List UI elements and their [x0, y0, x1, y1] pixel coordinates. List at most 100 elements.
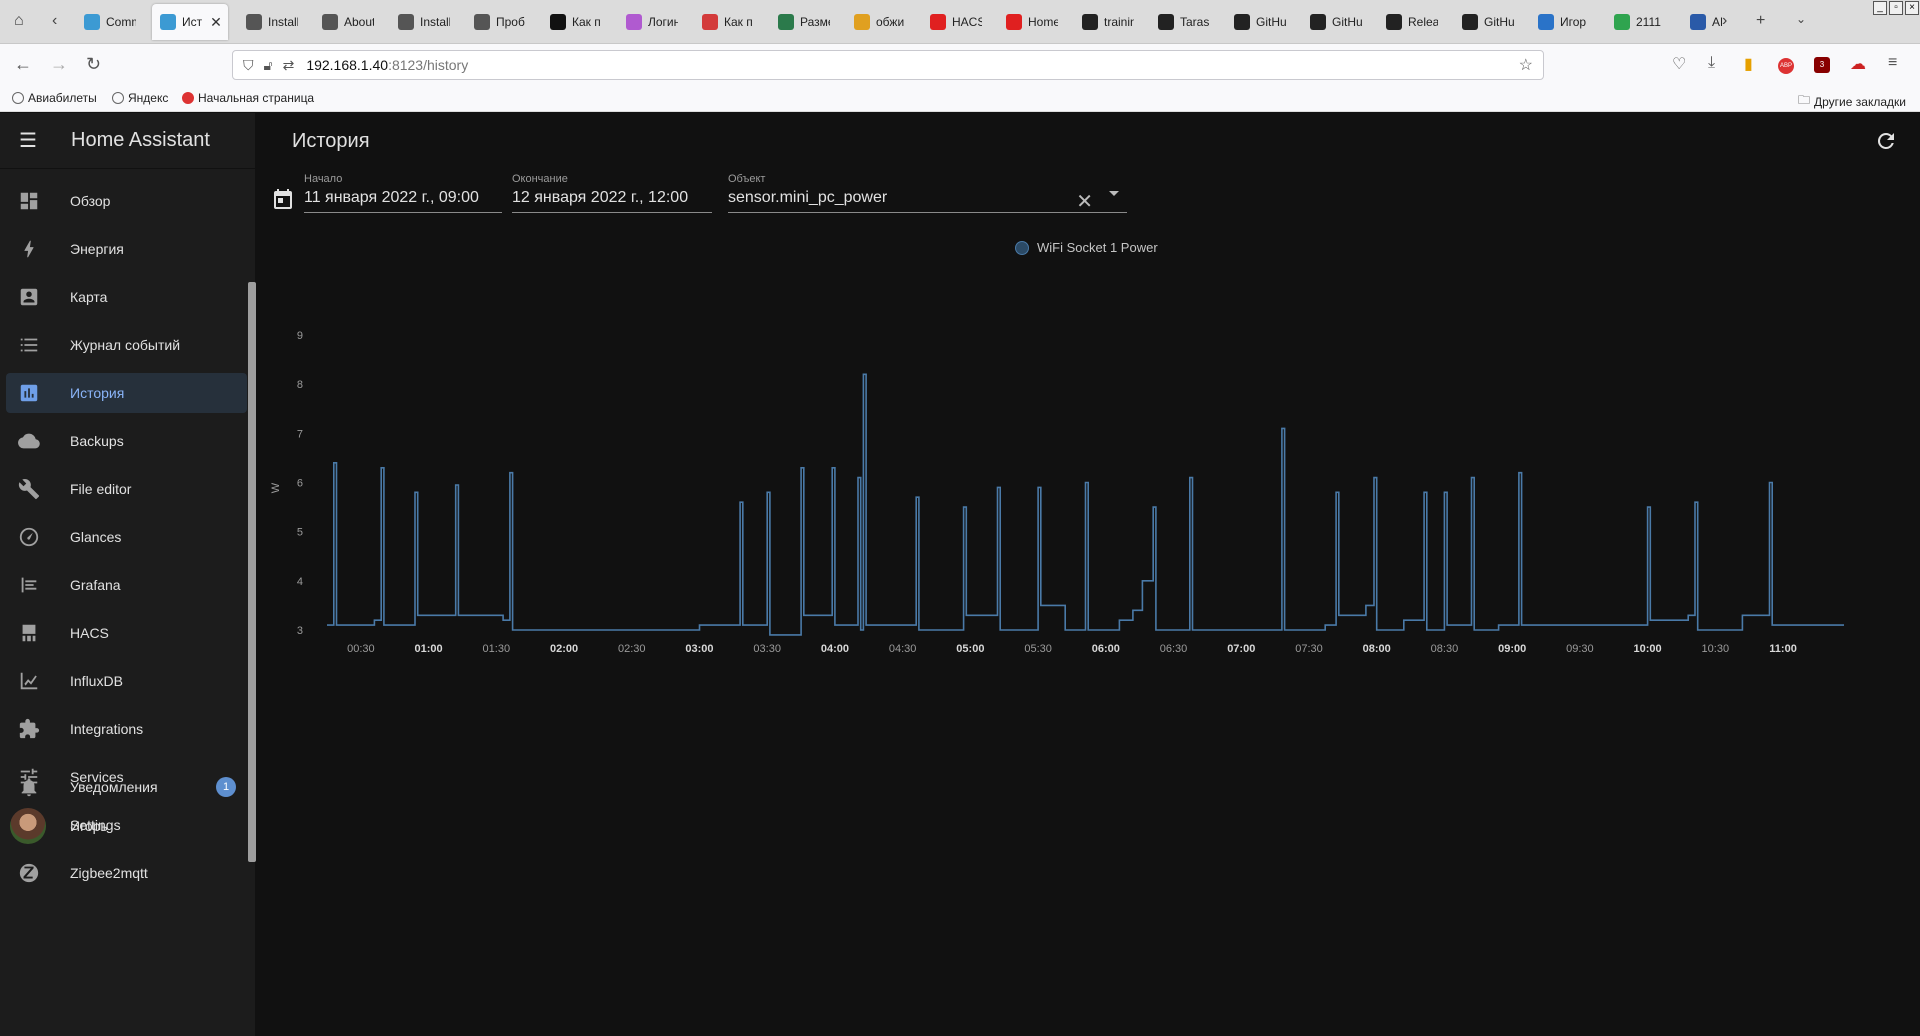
hamburger-menu-icon[interactable]: ≡ — [1888, 54, 1897, 72]
home-assistant-pinned-icon[interactable]: ⌂ — [14, 12, 24, 30]
browser-tab[interactable]: Как п — [542, 4, 602, 40]
sidebar: ☰ Home Assistant Обзор Энергия Карта Журнал… — [0, 113, 256, 1036]
hacs-icon — [6, 622, 62, 644]
browser-tab[interactable]: обжи — [846, 4, 906, 40]
calendar-icon[interactable] — [271, 187, 295, 211]
page-title: История — [292, 130, 370, 152]
end-date-label: Окончание — [512, 173, 568, 185]
bookmark-start-page[interactable]: Начальная страница — [182, 91, 314, 105]
browser-tab[interactable]: Проб — [466, 4, 526, 40]
new-tab-icon[interactable]: + — [1756, 12, 1765, 30]
start-date-value: 11 января 2022 г., 09:00 — [304, 189, 479, 206]
bookmark-avia[interactable]: Авиабилеты — [12, 91, 97, 105]
tab-label: обжи — [876, 15, 905, 29]
end-date-field[interactable]: Окончание 12 января 2022 г., 12:00 — [512, 173, 712, 213]
browser-tab[interactable]: AL — [1682, 4, 1722, 40]
sidebar-item-lightning[interactable]: Энергия — [6, 229, 247, 269]
downloads-icon[interactable]: ⤓ — [1708, 54, 1715, 72]
sidebar-item-chart-bar[interactable]: История — [6, 373, 247, 413]
restore-icon[interactable]: ▫ — [1889, 1, 1903, 15]
y-axis-label: W — [270, 482, 282, 493]
sidebar-item-dashboard[interactable]: Обзор — [6, 181, 247, 221]
back-arrow-icon[interactable]: ← — [14, 54, 32, 74]
browser-tab[interactable]: TarasS — [1150, 4, 1210, 40]
sidebar-item-line-chart[interactable]: InfluxDB — [6, 661, 247, 701]
sidebar-scrollbar[interactable] — [248, 282, 256, 862]
sidebar-item-wrench[interactable]: File editor — [6, 469, 247, 509]
x-tick-label: 11:00 — [1769, 643, 1797, 653]
forward-arrow-icon[interactable]: → — [50, 54, 68, 74]
url-bar[interactable]: ⛉ 🔓︎ ⇄ 192.168.1.40:8123/history ☆ — [232, 50, 1544, 80]
cloud-icon — [6, 430, 62, 452]
close-tab-icon[interactable]: ✕ — [210, 14, 222, 31]
bookmark-yandex[interactable]: Яндекс — [112, 91, 168, 105]
sidebar-item-map-person[interactable]: Карта — [6, 277, 247, 317]
x-tick-label: 01:00 — [415, 643, 443, 653]
browser-tab[interactable]: 2111 — [1606, 4, 1666, 40]
lock-slash-icon[interactable]: 🔓︎ — [264, 57, 273, 74]
sidebar-item-notifications[interactable]: Уведомления — [6, 767, 247, 807]
reload-icon[interactable]: ↻ — [86, 54, 101, 74]
x-tick-label: 05:30 — [1024, 643, 1052, 653]
browser-tab[interactable]: Ист ✕ — [152, 4, 228, 40]
browser-tab[interactable]: Install — [390, 4, 450, 40]
x-tick-label: 03:00 — [685, 643, 713, 653]
gauge-icon — [6, 526, 62, 548]
browser-tab[interactable]: Разме — [770, 4, 830, 40]
sidebar-item-hacs[interactable]: HACS — [6, 613, 247, 653]
refresh-icon[interactable] — [1874, 129, 1898, 153]
dropdown-caret-icon[interactable] — [1109, 191, 1119, 196]
permissions-icon[interactable]: ⇄ — [283, 57, 295, 74]
sidebar-item-cloud[interactable]: Backups — [6, 421, 247, 461]
menu-collapse-icon[interactable]: ☰ — [0, 128, 56, 153]
browser-tab[interactable]: GitHu — [1302, 4, 1362, 40]
sidebar-item-zigbee[interactable]: Zigbee2mqtt — [6, 853, 247, 893]
sidebar-item-logbook-list[interactable]: Журнал событий — [6, 325, 247, 365]
ublock-icon[interactable]: 3 — [1814, 54, 1830, 73]
entity-value: sensor.mini_pc_power — [728, 189, 888, 206]
browser-tab[interactable]: Install — [238, 4, 298, 40]
x-tick-label: 06:30 — [1160, 643, 1188, 653]
bluetooth-icon — [246, 14, 262, 30]
sidebar-item-gauge[interactable]: Glances — [6, 517, 247, 557]
yandex-bookmark-icon[interactable]: ▮ — [1744, 54, 1753, 74]
series-line[interactable] — [327, 373, 1844, 636]
browser-tab[interactable]: Как п — [694, 4, 754, 40]
tab-scroll-right-icon[interactable]: › — [1722, 12, 1727, 30]
other-bookmarks[interactable]: 🗀︎ Другие закладки — [1798, 91, 1906, 112]
github-icon — [1158, 14, 1174, 30]
entity-picker[interactable]: Объект sensor.mini_pc_power ✕ — [728, 173, 1127, 213]
browser-tab[interactable]: Home — [998, 4, 1058, 40]
sidebar-item-label: Игорь — [70, 818, 108, 834]
sidebar-item-grafana[interactable]: Grafana — [6, 565, 247, 605]
bluetooth-icon — [322, 14, 338, 30]
sidebar-item-puzzle[interactable]: Integrations — [6, 709, 247, 749]
browser-tab[interactable]: trainin — [1074, 4, 1134, 40]
start-date-field[interactable]: Начало 11 января 2022 г., 09:00 — [304, 173, 502, 213]
close-window-icon[interactable]: × — [1905, 1, 1919, 15]
minimize-icon[interactable]: _ — [1873, 1, 1887, 15]
browser-tab[interactable]: Relea — [1378, 4, 1438, 40]
clear-icon[interactable]: ✕ — [1076, 189, 1093, 214]
cloud-extension-icon[interactable]: ☁ — [1850, 54, 1866, 74]
browser-tab[interactable]: GitHu — [1226, 4, 1286, 40]
tab-list-icon[interactable]: ⌄ — [1796, 12, 1806, 26]
url-text[interactable]: 192.168.1.40:8123/history — [306, 57, 468, 73]
tab-scroll-left-icon[interactable]: ‹ — [52, 12, 57, 30]
shield-icon[interactable]: ⛉ — [243, 57, 254, 74]
browser-tab[interactable]: Игор — [1530, 4, 1590, 40]
adblock-icon[interactable]: ABP — [1778, 54, 1794, 74]
pocket-icon[interactable]: ♡ — [1672, 54, 1686, 74]
x-tick-label: 01:30 — [483, 643, 511, 653]
browser-tab[interactable]: About — [314, 4, 374, 40]
chart-bar-icon — [6, 382, 62, 404]
bookmark-star-icon[interactable]: ☆ — [1519, 55, 1533, 75]
browser-tab[interactable]: Comm — [76, 4, 136, 40]
entity-label: Объект — [728, 173, 766, 185]
browser-tab[interactable]: HACS — [922, 4, 982, 40]
browser-tab[interactable]: Логин — [618, 4, 678, 40]
tab-label: Как п — [572, 15, 601, 29]
sidebar-item-user[interactable]: Игорь — [6, 806, 247, 846]
browser-tab[interactable]: GitHu — [1454, 4, 1514, 40]
y-tick-label: 4 — [297, 576, 303, 588]
